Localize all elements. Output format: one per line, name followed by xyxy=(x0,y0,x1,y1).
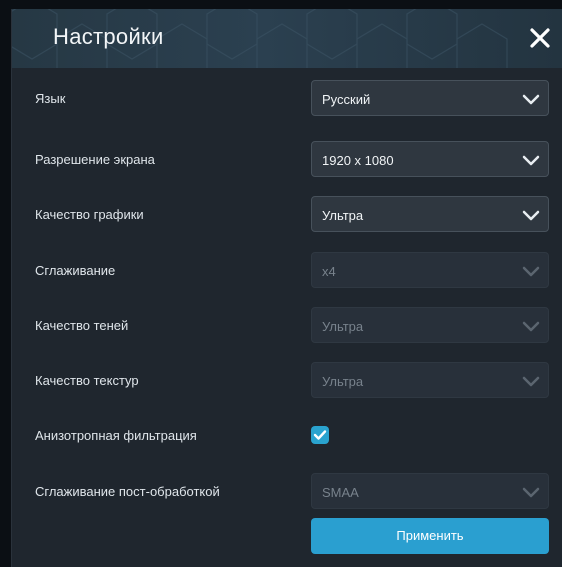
setting-label: Разрешение экрана xyxy=(35,152,155,167)
setting-label: Качество графики xyxy=(35,207,144,222)
setting-label: Сглаживание пост-обработкой xyxy=(35,484,220,499)
setting-row-post-aa: Сглаживание пост-обработкой SMAA xyxy=(12,473,562,511)
chevron-down-icon xyxy=(522,376,540,387)
chevron-down-icon xyxy=(522,94,540,105)
setting-row-shadow-quality: Качество теней Ультра xyxy=(12,307,562,345)
chevron-down-icon xyxy=(522,487,540,498)
dialog-title: Настройки xyxy=(53,24,164,49)
chevron-down-icon xyxy=(522,266,540,277)
setting-label: Качество теней xyxy=(35,318,129,333)
setting-row-texture-quality: Качество текстур Ультра xyxy=(12,362,562,400)
antialiasing-select[interactable]: x4 xyxy=(311,252,549,288)
setting-row-resolution: Разрешение экрана 1920 x 1080 xyxy=(12,141,562,179)
select-value: Ультра xyxy=(322,374,364,389)
language-select[interactable]: Русский xyxy=(311,80,549,116)
select-value: SMAA xyxy=(322,485,359,500)
select-value: Ультра xyxy=(322,208,364,223)
texture-quality-select[interactable]: Ультра xyxy=(311,362,549,398)
shadow-quality-select[interactable]: Ультра xyxy=(311,307,549,343)
chevron-down-icon xyxy=(522,155,540,166)
setting-row-graphics-quality: Качество графики Ультра xyxy=(12,196,562,234)
setting-row-language: Язык Русский xyxy=(12,80,562,118)
setting-row-anisotropic: Анизотропная фильтрация xyxy=(12,417,562,455)
post-aa-select[interactable]: SMAA xyxy=(311,473,549,509)
check-icon xyxy=(313,430,327,440)
chevron-down-icon xyxy=(522,321,540,332)
close-button[interactable] xyxy=(525,23,555,53)
resolution-select[interactable]: 1920 x 1080 xyxy=(311,141,549,177)
setting-label: Сглаживание xyxy=(35,263,116,278)
select-value: Ультра xyxy=(322,319,364,334)
close-icon xyxy=(530,28,550,48)
select-value: 1920 x 1080 xyxy=(322,153,394,168)
dialog-header: Настройки xyxy=(12,9,562,68)
select-value: x4 xyxy=(322,264,336,279)
chevron-down-icon xyxy=(522,210,540,221)
apply-button[interactable]: Применить xyxy=(311,518,549,554)
select-value: Русский xyxy=(322,92,371,107)
setting-label: Язык xyxy=(35,91,66,106)
setting-label: Анизотропная фильтрация xyxy=(35,428,197,443)
graphics-quality-select[interactable]: Ультра xyxy=(311,196,549,232)
setting-label: Качество текстур xyxy=(35,373,139,388)
setting-row-antialiasing: Сглаживание x4 xyxy=(12,252,562,290)
anisotropic-checkbox[interactable] xyxy=(311,426,329,444)
settings-dialog: Настройки Язык Русский Разрешение экрана… xyxy=(11,9,562,567)
